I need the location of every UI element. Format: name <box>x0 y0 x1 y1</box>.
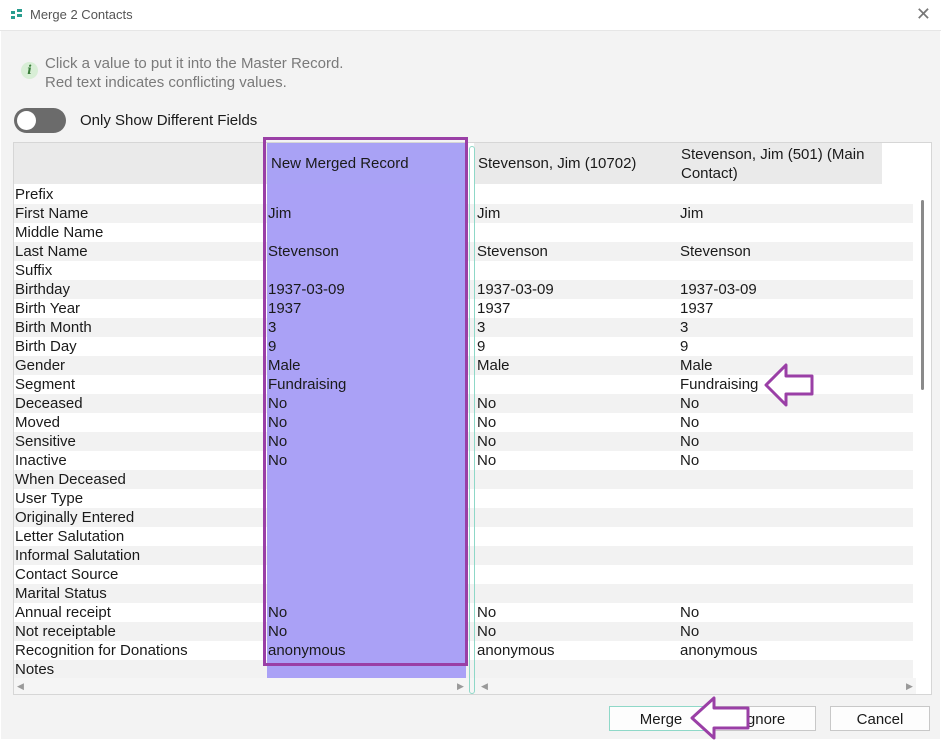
field-label: When Deceased <box>15 471 126 488</box>
contact-b-value-cell[interactable]: Male <box>680 356 713 375</box>
only-different-label: Only Show Different Fields <box>80 112 258 129</box>
scroll-left-icon[interactable]: ◀ <box>17 681 24 692</box>
field-label: Moved <box>15 414 61 431</box>
merged-value-cell[interactable]: No <box>268 603 287 622</box>
callout-arrow-icon <box>690 696 750 740</box>
field-label: Letter Salutation <box>15 528 125 545</box>
field-label: Birth Year <box>15 300 81 317</box>
info-text-line2: Red text indicates conflicting values. <box>45 74 287 91</box>
field-label: Prefix <box>15 186 54 203</box>
merged-value-cell[interactable]: No <box>268 432 287 451</box>
merged-value-cell[interactable]: Jim <box>268 204 291 223</box>
merged-value-cell[interactable]: No <box>268 413 287 432</box>
merged-value-cell[interactable]: No <box>268 451 287 470</box>
field-label: Birth Day <box>15 338 77 355</box>
merged-value-cell[interactable]: Male <box>268 356 301 375</box>
contact-b-value-cell[interactable]: 1937 <box>680 299 713 318</box>
info-icon: i <box>21 62 38 79</box>
cancel-button[interactable]: Cancel <box>830 706 930 731</box>
contact-b-value-cell[interactable]: anonymous <box>680 641 758 660</box>
field-label: Segment <box>15 376 76 393</box>
contact-a-value-cell[interactable]: Male <box>477 356 510 375</box>
field-label: Deceased <box>15 395 83 412</box>
field-label: Recognition for Donations <box>15 642 188 659</box>
merged-value-cell[interactable]: No <box>268 622 287 641</box>
contact-a-value-cell[interactable]: No <box>477 394 496 413</box>
merged-value-cell[interactable]: 1937-03-09 <box>268 280 345 299</box>
horizontal-scrollbar[interactable]: ◀ ▶ ◀ ▶ <box>14 678 916 694</box>
header-field-column <box>14 143 267 184</box>
field-label: Gender <box>15 357 66 374</box>
field-label: Birthday <box>15 281 71 298</box>
merged-value-cell[interactable]: Stevenson <box>268 242 339 261</box>
merge-grid: New Merged Record Stevenson, Jim (10702)… <box>13 142 932 695</box>
contact-b-value-cell[interactable]: Jim <box>680 204 703 223</box>
merged-value-cell[interactable]: 9 <box>268 337 276 356</box>
merged-value-cell[interactable]: anonymous <box>268 641 346 660</box>
field-label: Last Name <box>15 243 88 260</box>
contact-a-value-cell[interactable]: No <box>477 432 496 451</box>
contact-b-value-cell[interactable]: No <box>680 622 699 641</box>
header-contact-b: Stevenson, Jim (501) (Main Contact) <box>677 143 882 184</box>
contact-a-value-cell[interactable]: No <box>477 603 496 622</box>
contact-a-value-cell[interactable]: No <box>477 451 496 470</box>
merged-value-cell[interactable]: 1937 <box>268 299 301 318</box>
contact-a-value-cell[interactable]: 1937-03-09 <box>477 280 554 299</box>
only-different-toggle[interactable] <box>14 108 66 133</box>
scroll-left-icon[interactable]: ◀ <box>481 681 488 692</box>
scroll-right-icon[interactable]: ▶ <box>906 681 913 692</box>
contact-b-value-cell[interactable]: No <box>680 394 699 413</box>
vertical-scroll-thumb[interactable] <box>921 200 924 390</box>
header-merged-record: New Merged Record <box>267 143 466 184</box>
app-icon <box>11 9 22 19</box>
contact-b-value-cell[interactable]: Fundraising <box>680 375 758 394</box>
merged-value-cell[interactable]: No <box>268 394 287 413</box>
field-label: Annual receipt <box>15 604 111 621</box>
field-label: Marital Status <box>15 585 107 602</box>
contact-a-value-cell[interactable]: 3 <box>477 318 485 337</box>
contact-a-value-cell[interactable]: 9 <box>477 337 485 356</box>
merged-value-cell[interactable]: Fundraising <box>268 375 346 394</box>
field-label: Contact Source <box>15 566 119 583</box>
header-contact-a-label: Stevenson, Jim (10702) <box>478 155 637 172</box>
field-label: Not receiptable <box>15 623 116 640</box>
toggle-knob <box>17 111 36 130</box>
header-contact-b-label: Stevenson, Jim (501) (Main Contact) <box>681 145 865 182</box>
contact-b-value-cell[interactable]: No <box>680 603 699 622</box>
field-label: Inactive <box>15 452 67 469</box>
info-text-line1: Click a value to put it into the Master … <box>45 55 344 72</box>
contact-b-value-cell[interactable]: 9 <box>680 337 688 356</box>
scroll-right-icon[interactable]: ▶ <box>457 681 464 692</box>
field-label: Birth Month <box>15 319 92 336</box>
header-contact-a: Stevenson, Jim (10702) <box>474 143 677 184</box>
field-label: Middle Name <box>15 224 104 241</box>
field-label: Notes <box>15 661 55 678</box>
field-label: User Type <box>15 490 84 507</box>
contact-b-value-cell[interactable]: No <box>680 432 699 451</box>
field-label: Informal Salutation <box>15 547 141 564</box>
field-label: Originally Entered <box>15 509 135 526</box>
contact-b-value-cell[interactable]: No <box>680 413 699 432</box>
window-title: Merge 2 Contacts <box>30 7 133 22</box>
contact-a-value-cell[interactable]: 1937 <box>477 299 510 318</box>
field-label: Sensitive <box>15 433 76 450</box>
contact-b-value-cell[interactable]: No <box>680 451 699 470</box>
callout-arrow-icon <box>764 363 814 407</box>
contact-a-value-cell[interactable]: Stevenson <box>477 242 548 261</box>
contact-b-value-cell[interactable]: 3 <box>680 318 688 337</box>
column-splitter[interactable] <box>469 146 475 694</box>
contact-b-value-cell[interactable]: Stevenson <box>680 242 751 261</box>
field-label: Suffix <box>15 262 53 279</box>
title-bar: Merge 2 Contacts ✕ <box>0 0 941 31</box>
field-label: First Name <box>15 205 89 222</box>
header-merged-label: New Merged Record <box>271 155 409 172</box>
merged-value-cell[interactable]: 3 <box>268 318 276 337</box>
contact-b-value-cell[interactable]: 1937-03-09 <box>680 280 757 299</box>
contact-a-value-cell[interactable]: No <box>477 622 496 641</box>
contact-a-value-cell[interactable]: No <box>477 413 496 432</box>
vertical-scrollbar[interactable] <box>914 184 931 679</box>
close-icon[interactable]: ✕ <box>916 4 931 25</box>
contact-a-value-cell[interactable]: anonymous <box>477 641 555 660</box>
contact-a-value-cell[interactable]: Jim <box>477 204 500 223</box>
